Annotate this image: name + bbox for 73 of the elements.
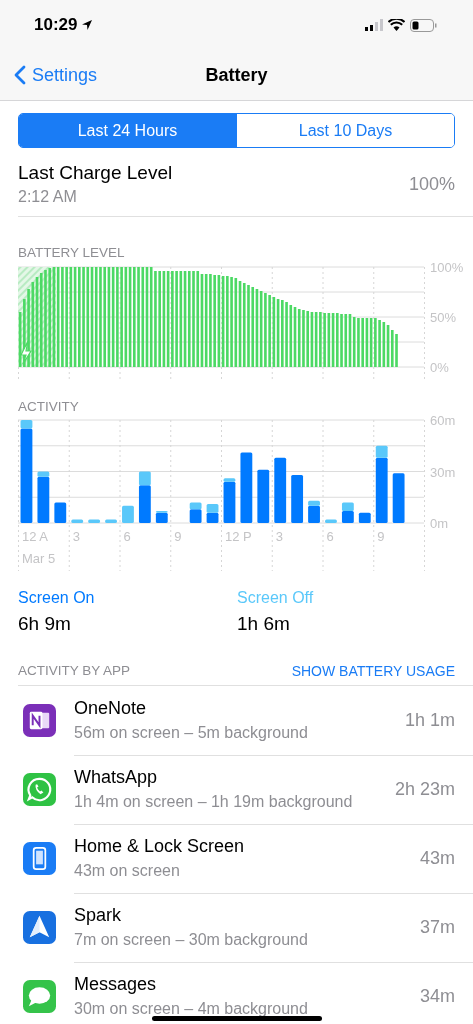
status-time: 10:29 [34,15,78,35]
app-usage-detail: 56m on screen – 5m background [74,724,309,742]
app-usage-detail: 1h 4m on screen – 1h 19m background [74,793,354,811]
axis-label: 3 [275,529,283,544]
paper-plane-icon [23,911,56,944]
bar [291,474,304,523]
bar [88,519,101,523]
show-usage-link[interactable]: SHOW BATTERY USAGE [291,663,455,679]
battery-icon [410,18,437,32]
bar [122,505,134,523]
lightning-bolt-icon [20,340,33,365]
app-name: OneNote [74,698,148,719]
app-name: Messages [74,974,158,995]
bar [206,504,219,513]
home-indicator[interactable] [152,1016,322,1021]
speech-bubble-icon [23,980,56,1013]
axis-label: 100% [430,261,464,275]
phone-icon [23,842,56,875]
last-charge-value: 100% [408,173,455,195]
chevron-left-icon [14,65,26,85]
legend-value: 1h 6m [237,613,291,635]
axis-label: 6 [326,529,334,544]
section-header: ACTIVITY [18,399,80,414]
axis-label: 60m [430,414,456,428]
app-usage-total: 37m [420,916,455,938]
segment-tab[interactable]: Last 10 Days [236,114,454,147]
app-usage-detail: 7m on screen – 30m background [74,931,309,949]
last-charge-title: Last Charge Level [18,162,173,184]
bar [206,512,219,523]
app-usage-total: 34m [420,985,455,1007]
location-arrow-icon [81,19,94,31]
app-usage-total: 2h 23m [394,778,455,800]
bar [392,473,405,523]
legend-label: Screen Off [237,589,315,607]
app-name: Home & Lock Screen [74,836,246,857]
app-usage-detail: 43m on screen [74,862,181,880]
axis-label: 30m [430,464,456,480]
app-usage-total: 43m [420,847,455,869]
app-usage-total: 1h 1m [404,709,455,731]
axis-label: 6 [123,529,131,544]
section-header: BATTERY LEVEL [18,245,126,260]
axis-label: 0% [430,360,449,375]
axis-label: 9 [377,529,385,544]
date-label: Mar 5 [22,551,56,566]
bar [325,519,337,523]
back-button[interactable]: Settings [0,63,104,87]
signal-icon [365,19,383,31]
axis-label: 50% [430,310,457,325]
last-charge-time: 2:12 AM [18,188,78,206]
bar [105,519,117,523]
bar [341,502,354,511]
bar [71,519,84,523]
bar [240,452,253,523]
segment-tab[interactable]: Last 24 Hours [19,114,236,147]
wifi-icon [388,19,405,31]
app-usage-detail: 30m on screen – 4m background [74,1000,309,1018]
bar [358,512,371,523]
axis-label: 12 P [225,529,252,544]
axis-label: 3 [72,529,80,544]
axis-label: 0m [430,516,449,531]
bar [257,469,270,523]
app-name: WhatsApp [74,767,159,788]
phone-bubble-icon [23,773,56,806]
notebook-icon [23,704,56,737]
page-title: Battery [205,64,268,85]
axis-label: 12 A [22,529,49,544]
bar [274,457,287,523]
app-name: Spark [74,905,123,926]
section-header: ACTIVITY BY APP [18,663,131,679]
legend-label: Screen On [18,589,96,607]
legend-value: 6h 9m [18,613,72,635]
axis-label: 9 [174,529,182,544]
bar [54,502,67,523]
